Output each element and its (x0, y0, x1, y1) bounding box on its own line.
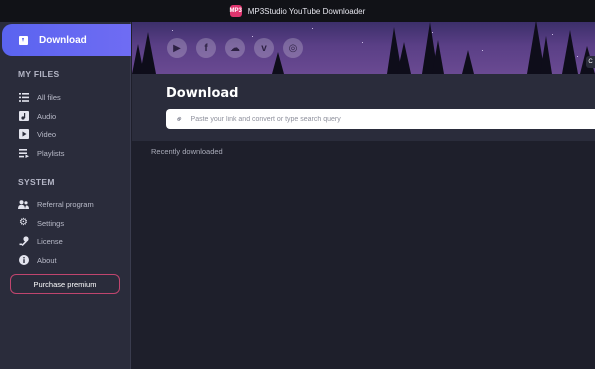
sidebar-item-all-files[interactable]: All files (18, 90, 61, 104)
soundcloud-icon[interactable]: ☁ (225, 38, 245, 58)
youtube-icon[interactable]: ▶ (167, 38, 187, 58)
playlist-icon (18, 148, 29, 159)
sidebar-item-audio[interactable]: Audio (18, 109, 56, 123)
sidebar-item-license[interactable]: License (18, 234, 63, 248)
purchase-premium-button[interactable]: Purchase premium (10, 274, 120, 294)
sidebar-item-label: About (37, 255, 57, 265)
header-banner: ▶ f ☁ v ◎ (132, 22, 595, 74)
title-bar: MP3 MP3Studio YouTube Downloader (0, 0, 595, 22)
search-bar[interactable]: ⚭ (166, 109, 595, 129)
facebook-icon[interactable]: f (196, 38, 216, 58)
video-icon (18, 129, 29, 140)
list-icon (18, 92, 29, 103)
sidebar-item-label: Playlists (37, 148, 65, 158)
download-icon (19, 35, 28, 45)
link-icon: ⚭ (173, 112, 186, 125)
instagram-icon[interactable]: ◎ (283, 38, 303, 58)
gear-icon: ⚙ (19, 217, 28, 228)
app-logo-icon: MP3 (230, 5, 242, 17)
download-header: Download ⚭ (132, 74, 595, 141)
sidebar-item-label: Audio (37, 111, 57, 121)
users-icon (18, 199, 29, 210)
sidebar-item-about[interactable]: About (18, 253, 57, 267)
key-icon (18, 236, 29, 247)
sidebar-item-playlists[interactable]: Playlists (18, 146, 65, 160)
sidebar-item-label: Settings (37, 218, 65, 228)
music-icon (18, 111, 29, 122)
info-icon (18, 255, 29, 266)
edge-tab[interactable]: C (586, 56, 595, 68)
vimeo-icon[interactable]: v (254, 38, 274, 58)
download-nav-button[interactable]: Download (2, 24, 131, 56)
window-title: MP3Studio YouTube Downloader (247, 6, 366, 16)
sidebar-item-video[interactable]: Video (18, 127, 56, 141)
recently-downloaded-label: Recently downloaded (151, 147, 223, 156)
sidebar-item-label: All files (37, 92, 61, 102)
download-nav-label: Download (39, 34, 87, 46)
page-title: Download (166, 86, 239, 101)
sidebar-item-settings[interactable]: ⚙ Settings (18, 216, 64, 230)
sidebar: Download MY FILES All files Audio Video … (0, 22, 131, 369)
sidebar-item-referral[interactable]: Referral program (18, 197, 94, 211)
system-heading: SYSTEM (18, 177, 55, 187)
sidebar-item-label: Referral program (37, 199, 94, 209)
search-input[interactable] (190, 115, 595, 123)
sidebar-item-label: Video (37, 129, 57, 139)
sidebar-item-label: License (37, 236, 63, 246)
my-files-heading: MY FILES (18, 69, 60, 79)
